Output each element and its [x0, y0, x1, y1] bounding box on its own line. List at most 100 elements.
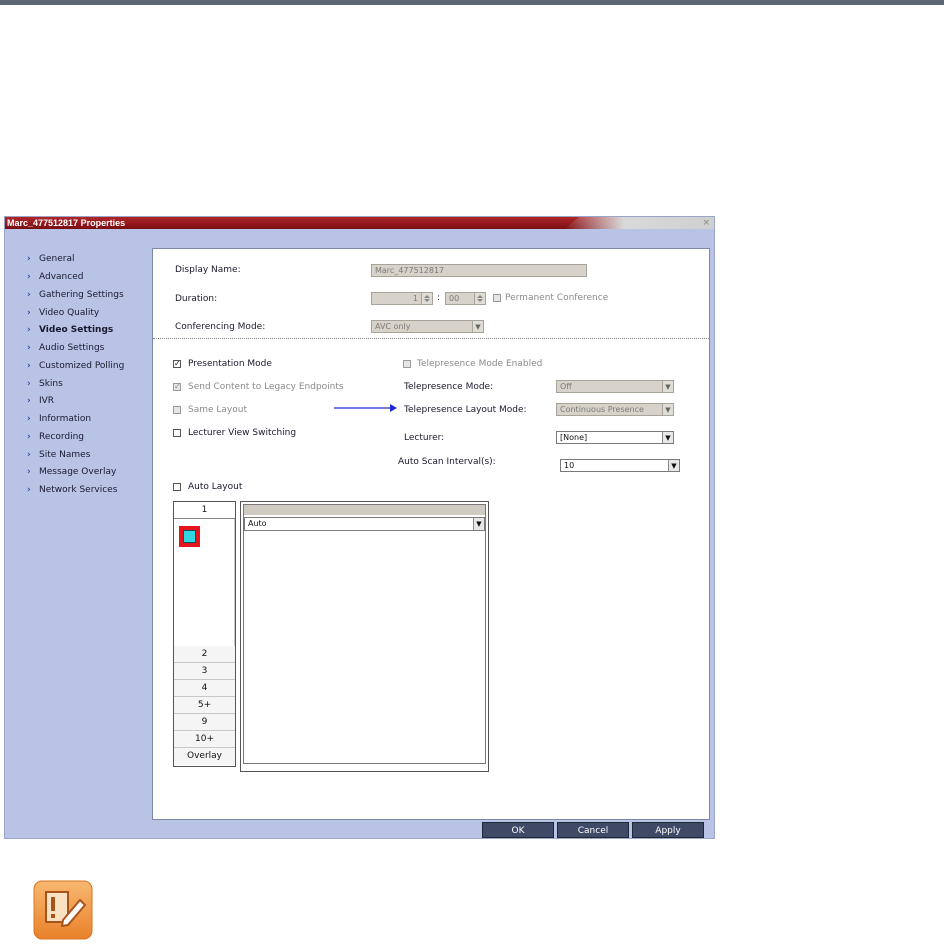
duration-minutes-field[interactable]: 00 [445, 292, 486, 305]
chevron-down-icon[interactable]: ▼ [472, 321, 483, 332]
sidebar-item-label: IVR [39, 396, 55, 406]
lecturer-view-switching-checkbox[interactable] [173, 429, 181, 437]
same-layout-checkbox[interactable] [173, 406, 181, 414]
layout-tab-4[interactable]: 4 [174, 680, 235, 697]
sidebar-item-general[interactable]: › General [27, 251, 74, 267]
chevron-right-icon: › [27, 254, 31, 264]
sidebar-item-label: Customized Polling [39, 361, 125, 371]
note-pencil-icon [33, 880, 93, 940]
auto-scan-interval-select[interactable]: 10 ▼ [560, 459, 680, 472]
chevron-right-icon: › [27, 414, 31, 424]
presentation-mode-label: Presentation Mode [188, 359, 272, 369]
conferencing-mode-select[interactable]: AVC only ▼ [371, 320, 484, 333]
telepresence-enabled-label: Telepresence Mode Enabled [417, 359, 543, 369]
sidebar-item-label: Message Overlay [39, 467, 117, 477]
send-content-legacy-checkbox[interactable]: ✓ [173, 383, 181, 391]
sidebar-item-label: Gathering Settings [39, 290, 124, 300]
annotation-arrow-icon [334, 404, 397, 412]
sidebar-item-gathering-settings[interactable]: › Gathering Settings [27, 287, 124, 303]
sidebar-item-advanced[interactable]: › Advanced [27, 269, 83, 285]
telepresence-enabled-checkbox[interactable] [403, 360, 411, 368]
layout-tab-2[interactable]: 2 [174, 646, 235, 663]
layout-tab-1[interactable]: 1 [174, 502, 235, 519]
hours-spinner-icon[interactable] [421, 293, 432, 304]
duration-separator: : [437, 293, 441, 303]
chevron-down-icon[interactable]: ▼ [473, 518, 484, 530]
telepresence-layout-mode-select[interactable]: Continuous Presence ▼ [556, 403, 674, 416]
chevron-right-icon: › [27, 485, 31, 495]
presentation-mode-checkbox[interactable]: ✓ [173, 360, 181, 368]
display-name-label: Display Name: [175, 265, 241, 275]
sidebar-item-label: General [39, 254, 75, 264]
layout-preview: Auto ▼ [240, 501, 489, 772]
chevron-right-icon: › [27, 432, 31, 442]
page-top-bar [0, 0, 944, 5]
lecturer-value: [None] [560, 433, 588, 442]
chevron-down-icon[interactable]: ▼ [662, 381, 673, 392]
apply-button[interactable]: Apply [632, 822, 704, 838]
lecturer-view-switching-label: Lecturer View Switching [188, 428, 297, 438]
sidebar-item-customized-polling[interactable]: › Customized Polling [27, 358, 124, 374]
sidebar-item-label: Skins [39, 379, 63, 389]
conferencing-mode-value: AVC only [375, 322, 411, 331]
chevron-right-icon: › [27, 467, 31, 477]
minutes-spinner-icon[interactable] [474, 293, 485, 304]
sidebar-item-ivr[interactable]: › IVR [27, 393, 54, 409]
sidebar-item-label: Audio Settings [39, 343, 105, 353]
properties-dialog: Marc_477512817 Properties × › General › Ad… [4, 216, 715, 839]
layout-cell-value: Auto [248, 519, 267, 528]
sidebar-item-site-names[interactable]: › Site Names [27, 447, 90, 463]
duration-hours-field[interactable]: 1 [371, 292, 433, 305]
telepresence-layout-mode-label: Telepresence Layout Mode: [404, 405, 527, 415]
single-layout-icon[interactable] [179, 526, 200, 547]
sidebar-item-information[interactable]: › Information [27, 411, 91, 427]
layout-cell-frame: Auto ▼ [243, 504, 486, 764]
chevron-right-icon: › [27, 450, 31, 460]
close-icon[interactable]: × [702, 217, 710, 229]
display-name-field[interactable]: Marc_477512817 [371, 264, 587, 277]
sidebar-item-label: Network Services [39, 485, 118, 495]
permanent-conference-checkbox[interactable] [493, 294, 501, 302]
layout-tab-overlay[interactable]: Overlay [174, 748, 235, 765]
sidebar-item-label: Advanced [39, 272, 84, 282]
layout-tab-3[interactable]: 3 [174, 663, 235, 680]
layout-tab-10plus[interactable]: 10+ [174, 731, 235, 748]
lecturer-select[interactable]: [None] ▼ [556, 431, 674, 444]
layout-1-options [174, 519, 235, 646]
telepresence-mode-select[interactable]: Off ▼ [556, 380, 674, 393]
chevron-down-icon[interactable]: ▼ [662, 404, 673, 415]
sidebar-item-video-quality[interactable]: › Video Quality [27, 305, 99, 321]
telepresence-mode-value: Off [560, 382, 572, 391]
layout-selector: 1 2 3 4 5+ 9 10+ Overlay [173, 501, 236, 767]
layout-cell-header [244, 505, 485, 515]
chevron-right-icon: › [27, 272, 31, 282]
telepresence-layout-mode-value: Continuous Presence [560, 405, 644, 414]
ok-button[interactable]: OK [482, 822, 554, 838]
duration-hours-value: 1 [412, 294, 418, 303]
sidebar-item-message-overlay[interactable]: › Message Overlay [27, 464, 116, 480]
sidebar-item-label: Site Names [39, 450, 91, 460]
sidebar-item-video-settings[interactable]: › Video Settings [27, 322, 113, 338]
chevron-right-icon: › [27, 308, 31, 318]
sidebar-item-label: Video Quality [39, 308, 100, 318]
window-title: Marc_477512817 Properties [7, 218, 126, 228]
layout-tab-9[interactable]: 9 [174, 714, 235, 731]
sidebar-item-audio-settings[interactable]: › Audio Settings [27, 340, 104, 356]
auto-layout-checkbox[interactable] [173, 483, 181, 491]
chevron-down-icon[interactable]: ▼ [668, 460, 679, 471]
sidebar-item-label: Video Settings [39, 325, 114, 335]
auto-scan-interval-label: Auto Scan Interval(s): [398, 457, 496, 467]
chevron-right-icon: › [27, 396, 31, 406]
telepresence-mode-label: Telepresence Mode: [404, 382, 494, 392]
title-bar[interactable]: Marc_477512817 Properties × [5, 217, 714, 229]
sidebar-item-recording[interactable]: › Recording [27, 429, 84, 445]
cancel-button[interactable]: Cancel [557, 822, 629, 838]
chevron-right-icon: › [27, 361, 31, 371]
layout-tab-5plus[interactable]: 5+ [174, 697, 235, 714]
sidebar-item-skins[interactable]: › Skins [27, 376, 63, 392]
sidebar-item-network-services[interactable]: › Network Services [27, 482, 117, 498]
sidebar-item-label: Information [39, 414, 92, 424]
layout-cell-select[interactable]: Auto ▼ [244, 517, 485, 531]
section-divider [153, 338, 709, 339]
chevron-down-icon[interactable]: ▼ [662, 432, 673, 443]
